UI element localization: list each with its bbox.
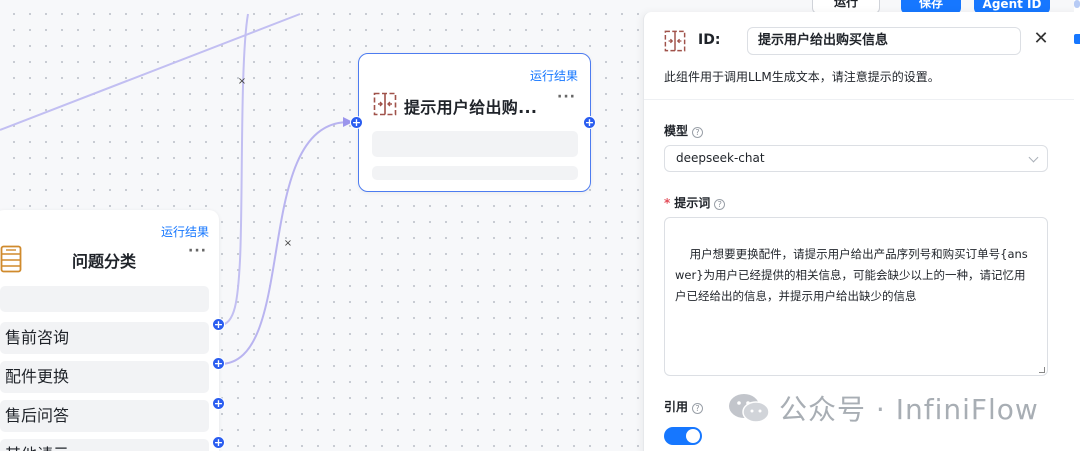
watermark-text: 公众号 · InfiniFlow xyxy=(779,393,1039,426)
edge-diagonal xyxy=(0,13,301,131)
node-placeholder-bar xyxy=(372,166,578,180)
more-icon[interactable]: ··· xyxy=(188,243,207,259)
toggle-knob xyxy=(686,429,700,443)
category-item[interactable]: 售后问答 xyxy=(0,400,209,432)
id-label: ID: xyxy=(698,32,721,48)
run-result-link[interactable]: 运行结果 xyxy=(161,223,209,240)
node-placeholder-bar xyxy=(0,286,209,312)
category-item[interactable]: 其他请示 xyxy=(0,439,209,451)
run-result-link[interactable]: 运行结果 xyxy=(530,67,578,84)
more-icon[interactable]: ··· xyxy=(557,89,576,105)
category-item[interactable]: 配件更换 xyxy=(0,361,209,393)
generate-node[interactable]: 运行结果 提示用户给出购... ··· xyxy=(358,53,591,192)
node-placeholder-bar xyxy=(372,131,578,157)
edge-vertical xyxy=(219,13,249,326)
help-icon[interactable]: ? xyxy=(692,127,704,138)
close-icon[interactable]: ✕ xyxy=(1031,29,1051,49)
node-title: 问题分类 xyxy=(72,252,137,271)
model-select[interactable]: deepseek-chat xyxy=(664,145,1048,172)
model-label: 模型? xyxy=(664,122,704,139)
node-title: 提示用户给出购... xyxy=(404,98,538,117)
quote-toggle[interactable] xyxy=(664,427,702,445)
category-item[interactable]: 售前咨询 xyxy=(0,322,209,354)
edge-delete-icon[interactable]: × xyxy=(237,77,247,87)
generate-icon xyxy=(373,92,397,116)
edge-indicator xyxy=(1074,0,1080,8)
help-icon[interactable]: ? xyxy=(714,199,726,210)
wechat-icon xyxy=(729,394,770,423)
prompt-label: * 提示词? xyxy=(664,194,726,211)
edge-checkbox-icon[interactable] xyxy=(1074,34,1080,44)
output-port-presale[interactable]: + xyxy=(212,318,225,331)
config-panel: ID: 提示用户给出购买信息 ✕ 此组件用于调用LLM生成文本，请注意提示的设置… xyxy=(643,12,1080,451)
resize-handle[interactable] xyxy=(1039,367,1045,373)
quote-label: 引用? xyxy=(664,398,704,415)
categorize-node[interactable]: 运行结果 问题分类 ··· 售前咨询 配件更换 售后问答 其他请示 xyxy=(0,210,219,451)
edge-delete-icon[interactable]: × xyxy=(283,239,293,249)
output-port-aftersale[interactable]: + xyxy=(212,397,225,410)
node-id-input[interactable]: 提示用户给出购买信息 xyxy=(747,27,1021,55)
output-port-other[interactable]: + xyxy=(212,436,225,449)
output-port-parts[interactable]: + xyxy=(212,357,225,370)
right-edge-strip xyxy=(1074,0,1080,451)
categorize-icon xyxy=(0,245,22,273)
help-icon[interactable]: ? xyxy=(692,403,704,414)
prompt-textarea[interactable]: 用户想要更换配件，请提示用户给出产品序列号和购买订单号{answer}为用户已经… xyxy=(664,217,1048,376)
watermark: 公众号 · InfiniFlow xyxy=(727,388,1039,428)
panel-description: 此组件用于调用LLM生成文本，请注意提示的设置。 xyxy=(664,70,940,84)
panel-header: ID: 提示用户给出购买信息 ✕ 此组件用于调用LLM生成文本，请注意提示的设置… xyxy=(644,12,1080,100)
generate-icon xyxy=(664,30,686,52)
output-port[interactable]: + xyxy=(583,116,596,129)
input-port[interactable]: + xyxy=(350,116,363,129)
chevron-down-icon xyxy=(1028,152,1039,163)
